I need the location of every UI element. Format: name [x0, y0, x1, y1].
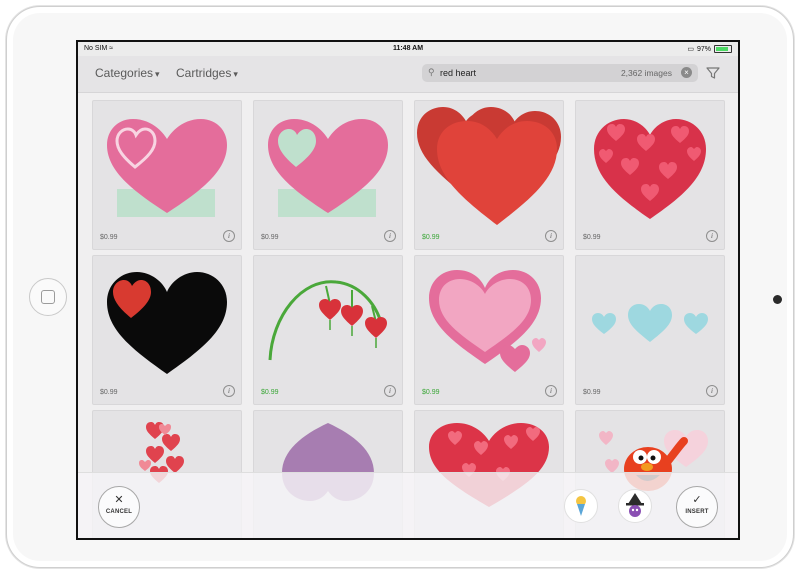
chevron-down-icon: ▾ — [233, 69, 238, 79]
tile-price: $0.99 — [583, 234, 601, 241]
tile-art — [417, 107, 561, 225]
close-icon: ✕ — [114, 494, 124, 506]
image-tile[interactable]: $0.99 i — [414, 255, 564, 405]
tile-art — [592, 304, 708, 342]
tile-art — [107, 272, 227, 374]
image-tile[interactable]: $0.99 i — [92, 255, 242, 405]
ice-cream-icon — [576, 496, 586, 516]
app-screen: No SIM ≈ 11:48 AM ▭ 97% Categories ▾ Cart… — [76, 40, 740, 540]
info-icon[interactable]: i — [545, 385, 557, 397]
info-icon[interactable]: i — [384, 385, 396, 397]
image-tile[interactable]: $0.99 i — [575, 100, 725, 250]
tile-art — [268, 119, 388, 217]
filter-icon[interactable] — [704, 64, 722, 82]
info-icon[interactable]: i — [384, 230, 396, 242]
image-tile[interactable]: $0.99 i — [92, 100, 242, 250]
insert-label: INSERT — [685, 509, 709, 515]
tile-art — [594, 119, 706, 219]
battery-icon — [714, 45, 732, 53]
image-tile[interactable]: $0.99 i — [253, 255, 403, 405]
info-icon[interactable]: i — [706, 230, 718, 242]
image-tile[interactable]: $0.99 i — [414, 100, 564, 250]
info-icon[interactable]: i — [223, 230, 235, 242]
ice-cream-sticker-button[interactable] — [564, 489, 598, 523]
tile-price: $0.99 — [100, 234, 118, 241]
witch-icon — [626, 493, 644, 517]
clear-icon[interactable]: × — [681, 67, 692, 78]
cartridges-label: Cartridges — [176, 66, 232, 80]
home-button[interactable] — [29, 278, 67, 316]
result-count: 2,362 images — [620, 68, 672, 78]
clock: 11:48 AM — [392, 45, 424, 52]
bottom-action-bar: ✕ CANCEL ✓ INSERT — [78, 472, 738, 538]
tile-price: $0.99 — [261, 389, 279, 396]
info-icon[interactable]: i — [706, 385, 718, 397]
tile-price: $0.99 — [261, 234, 279, 241]
front-camera — [773, 295, 782, 304]
insert-button[interactable]: ✓ INSERT — [676, 486, 718, 528]
categories-label: Categories — [95, 66, 154, 80]
search-icon: ⚲ — [428, 67, 435, 77]
image-tile[interactable]: $0.99 i — [253, 100, 403, 250]
search-bar: ⚲ 2,362 images × — [422, 64, 698, 82]
tile-price: $0.99 — [422, 234, 440, 241]
navigation-bar: Categories▾ Cartridges▾ ⚲ 2,362 images × — [78, 56, 738, 93]
battery-percent: 97% — [696, 45, 711, 53]
tile-art — [268, 280, 387, 361]
tile-price: $0.99 — [100, 389, 118, 396]
witch-sticker-button[interactable] — [618, 489, 652, 523]
tile-art — [107, 119, 227, 217]
info-icon[interactable]: i — [223, 385, 235, 397]
categories-menu[interactable]: Categories ▾ — [95, 66, 160, 80]
info-icon[interactable]: i — [545, 230, 557, 242]
tile-art — [429, 270, 546, 372]
check-icon: ✓ — [692, 494, 702, 506]
cancel-label: CANCEL — [105, 509, 133, 515]
status-bar: No SIM ≈ 11:48 AM ▭ 97% — [78, 42, 738, 56]
tile-price: $0.99 — [422, 389, 440, 396]
cartridges-menu[interactable]: Cartridges ▾ — [176, 66, 238, 80]
chevron-down-icon: ▾ — [155, 69, 160, 79]
cancel-button[interactable]: ✕ CANCEL — [98, 486, 140, 528]
airplay-icon: ▭ — [687, 46, 694, 53]
image-tile[interactable]: $0.99 i — [575, 255, 725, 405]
search-input[interactable] — [440, 66, 590, 80]
tile-price: $0.99 — [583, 389, 601, 396]
battery-status: ▭ 97% — [687, 45, 732, 53]
